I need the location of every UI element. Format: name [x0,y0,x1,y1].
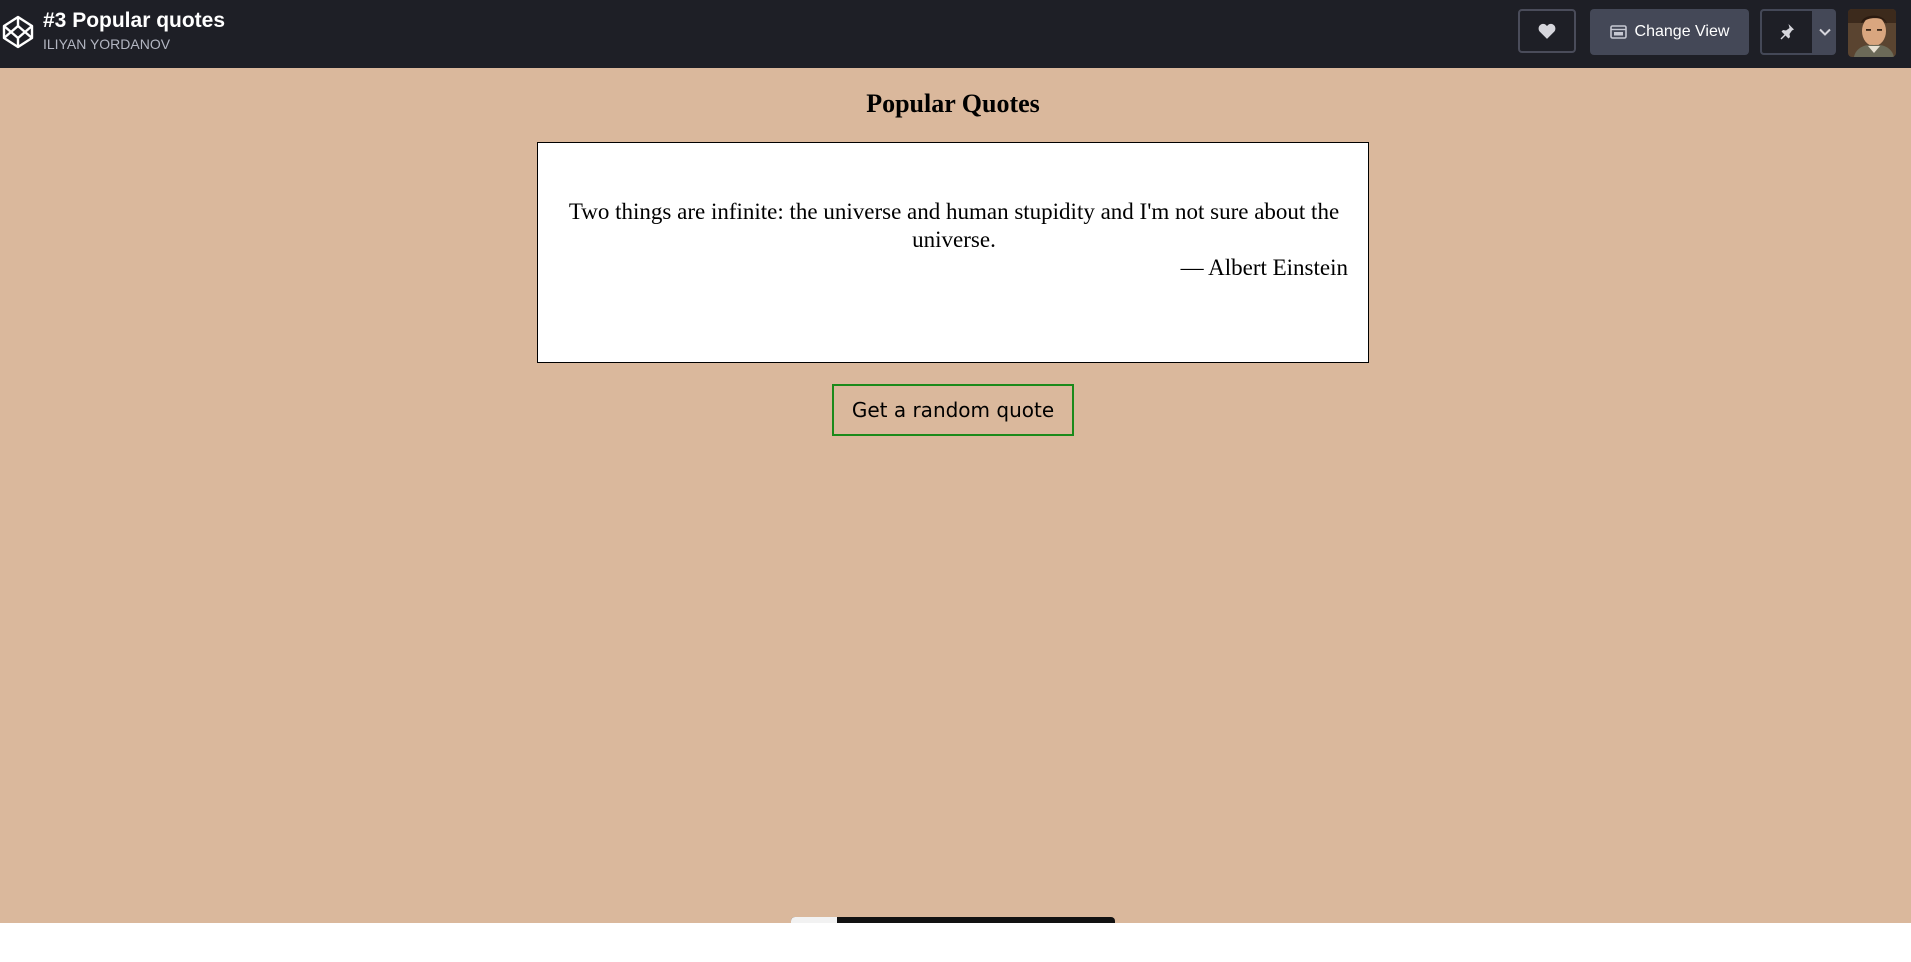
codepen-logo-icon[interactable] [2,14,34,50]
heart-icon [1538,23,1556,39]
console-drawer-tab-icon [791,917,837,923]
pin-button-group [1760,9,1836,55]
bottom-panel [0,923,1911,962]
avatar-image [1848,9,1896,57]
page-title: Popular Quotes [866,89,1040,118]
pen-title: #3 Popular quotes [43,9,226,32]
pin-icon [1780,24,1794,40]
change-view-icon [1609,25,1627,39]
codepen-header: #3 Popular quotes ILIYAN YORDANOV Change… [0,0,1911,68]
pin-menu-toggle[interactable] [1814,9,1836,55]
change-view-button[interactable]: Change View [1590,9,1749,55]
user-avatar[interactable] [1848,9,1896,57]
quote-text: Two things are infinite: the universe an… [568,199,1340,252]
console-drawer-tab[interactable] [791,917,1115,923]
pen-author[interactable]: ILIYAN YORDANOV [43,36,170,52]
change-view-label: Change View [1634,23,1730,40]
quote-box: Two things are infinite: the universe an… [537,142,1369,363]
heart-button[interactable] [1518,9,1576,53]
pin-button[interactable] [1760,9,1814,55]
pen-preview: Popular Quotes Two things are infinite: … [0,68,1911,923]
random-quote-button[interactable]: Get a random quote [832,384,1074,436]
quote-author: — Albert Einstein [1180,255,1348,280]
chevron-down-icon [1819,28,1831,36]
